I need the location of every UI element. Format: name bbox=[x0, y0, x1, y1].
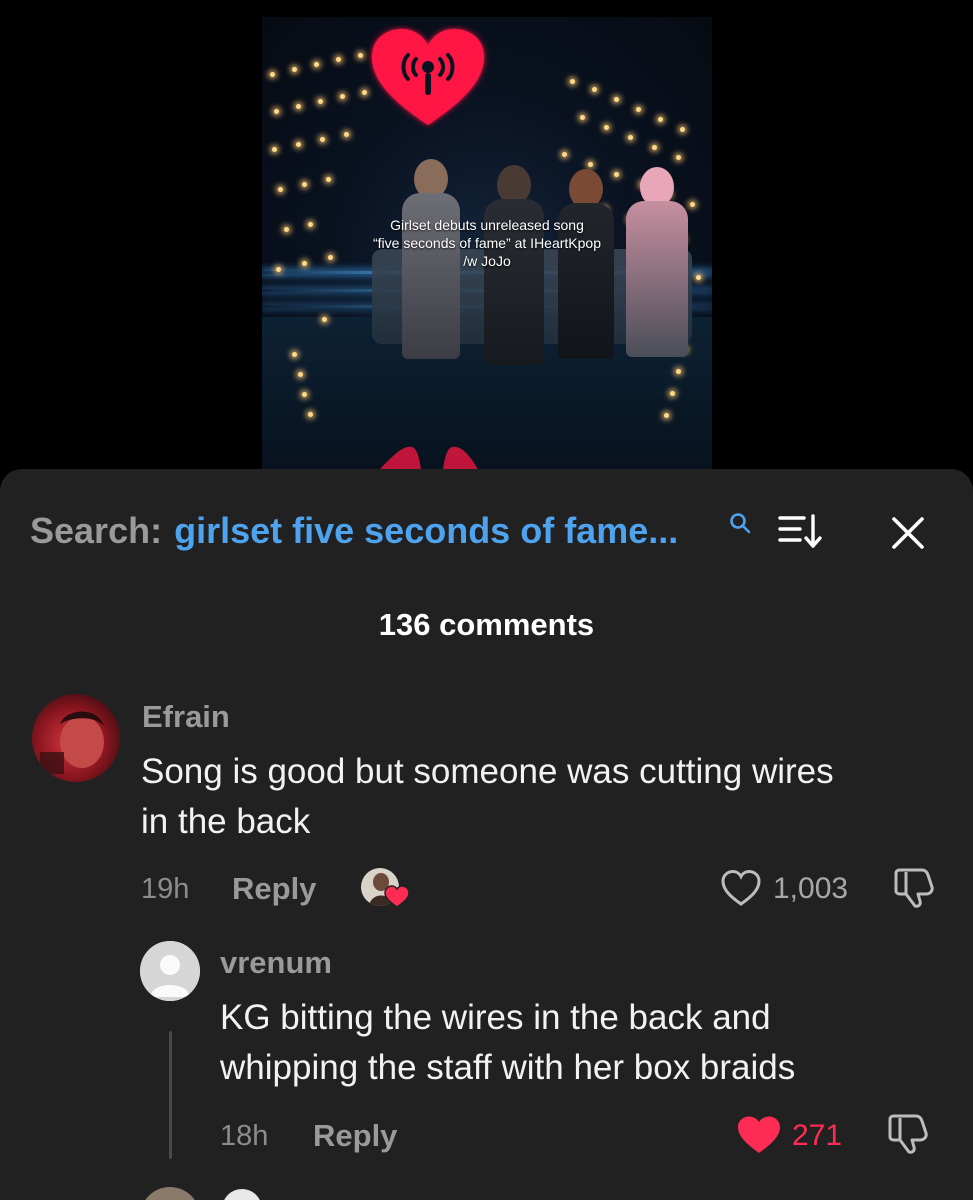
stage-light-dot bbox=[628, 135, 633, 140]
stage-light-dot bbox=[696, 275, 701, 280]
comment-text-line: Song is good but someone was cutting wir… bbox=[141, 752, 834, 791]
stage-light-dot bbox=[296, 104, 301, 109]
stage-light-dot bbox=[322, 317, 327, 322]
stage-light-dot bbox=[680, 127, 685, 132]
iheart-logo bbox=[372, 29, 484, 125]
close-icon[interactable] bbox=[888, 513, 928, 553]
logo-reflection bbox=[376, 446, 480, 472]
video-caption-line: Girlset debuts unreleased song bbox=[390, 217, 584, 233]
stage-light-dot bbox=[658, 117, 663, 122]
stage-light-dot bbox=[318, 99, 323, 104]
stage-light-dot bbox=[358, 53, 363, 58]
comment-timestamp: 18h bbox=[220, 1120, 269, 1152]
stage-light-dot bbox=[298, 372, 303, 377]
comments-sheet: Search: girlset five seconds of fame... … bbox=[0, 469, 973, 1200]
stage-light-dot bbox=[604, 125, 609, 130]
thumbs-down-icon[interactable] bbox=[886, 1113, 930, 1155]
stage-light-dot bbox=[296, 142, 301, 147]
comment-timestamp: 19h bbox=[141, 873, 190, 905]
comment-text: Song is good but someone was cutting wir… bbox=[141, 747, 834, 847]
stage-light-dot bbox=[676, 369, 681, 374]
stage-light-dot bbox=[562, 152, 567, 157]
like-count: 271 bbox=[792, 1119, 843, 1152]
stage-light-dot bbox=[592, 87, 597, 92]
search-label: Search: bbox=[30, 510, 163, 551]
avatar[interactable] bbox=[140, 941, 200, 1001]
stage-light-dot bbox=[320, 137, 325, 142]
like-count: 1,003 bbox=[773, 872, 849, 905]
stage-light-dot bbox=[270, 72, 275, 77]
comment-text-line: whipping the staff with her box braids bbox=[220, 1048, 796, 1087]
stage-light-dot bbox=[690, 202, 695, 207]
video-thumbnail[interactable]: Girlset debuts unreleased song “five sec… bbox=[262, 17, 712, 472]
stage-light-dot bbox=[614, 97, 619, 102]
avatar[interactable] bbox=[140, 1187, 200, 1200]
heart-icon-liked[interactable] bbox=[736, 1115, 782, 1155]
stage-light-dot bbox=[302, 392, 307, 397]
sort-icon[interactable] bbox=[778, 513, 824, 551]
reply-thread-line bbox=[169, 1031, 172, 1159]
reply-button[interactable]: Reply bbox=[232, 871, 316, 907]
stage-light-dot bbox=[580, 115, 585, 120]
comment-text-line: KG bitting the wires in the back and bbox=[220, 998, 771, 1037]
stage-light-dot bbox=[278, 187, 283, 192]
stage-light-dot bbox=[676, 155, 681, 160]
heart-icon[interactable] bbox=[720, 869, 762, 907]
stage-light-dot bbox=[340, 94, 345, 99]
stage-light-dot bbox=[272, 147, 277, 152]
video-caption-line: “five seconds of fame” at IHeartKpop bbox=[373, 235, 601, 251]
stage-light-dot bbox=[588, 162, 593, 167]
stage-light-dot bbox=[336, 57, 341, 62]
stage-light-dot bbox=[670, 391, 675, 396]
stage-light-dot bbox=[570, 79, 575, 84]
stage-light-dot bbox=[636, 107, 641, 112]
comment-username[interactable]: Efrain bbox=[142, 699, 230, 735]
stage-light-dot bbox=[308, 412, 313, 417]
video-caption: Girlset debuts unreleased song “five sec… bbox=[262, 216, 712, 270]
stage-light-dot bbox=[292, 352, 297, 357]
comments-count: 136 comments bbox=[378, 607, 595, 642]
reply-button[interactable]: Reply bbox=[313, 1118, 397, 1154]
video-caption-line: /w JoJo bbox=[463, 253, 511, 269]
comment-text: KG bitting the wires in the back and whi… bbox=[220, 993, 795, 1093]
search-icon[interactable] bbox=[728, 511, 752, 535]
stage-light-dot bbox=[664, 413, 669, 418]
avatar[interactable] bbox=[222, 1189, 262, 1200]
stage-light-dot bbox=[292, 67, 297, 72]
stage-light-dot bbox=[344, 132, 349, 137]
stage-light-dot bbox=[326, 177, 331, 182]
comment-username[interactable]: vrenum bbox=[220, 945, 332, 981]
thumbs-down-icon[interactable] bbox=[892, 867, 936, 909]
stage-light-dot bbox=[274, 109, 279, 114]
search-query-link[interactable]: girlset five seconds of fame... bbox=[174, 510, 678, 552]
search-bar[interactable]: Search: girlset five seconds of fame... bbox=[30, 509, 678, 553]
stage-light-dot bbox=[614, 172, 619, 177]
comment-text-line: in the back bbox=[141, 802, 311, 841]
stage-light-dot bbox=[314, 62, 319, 67]
creator-heart-icon bbox=[384, 885, 410, 908]
stage-light-dot bbox=[302, 182, 307, 187]
stage-light-dot bbox=[652, 145, 657, 150]
avatar[interactable] bbox=[32, 694, 120, 782]
